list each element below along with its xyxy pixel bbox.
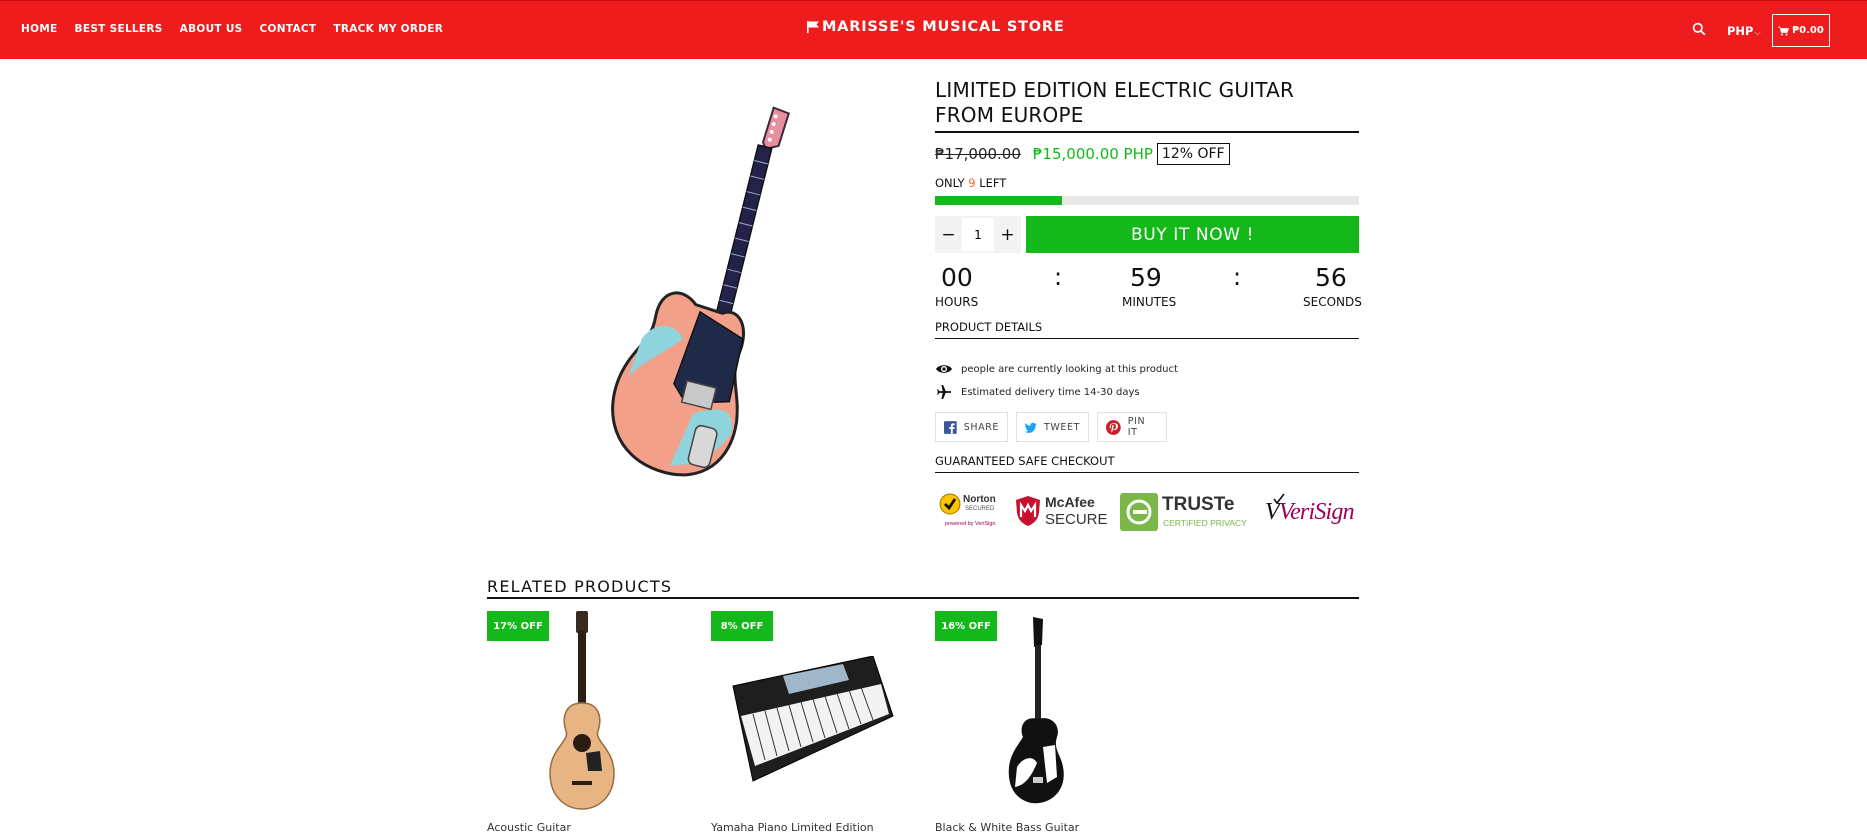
product-details-heading[interactable]: PRODUCT DETAILS [935, 320, 1359, 339]
norton-secured: SECURED [965, 506, 995, 512]
countdown-seconds: 56 [1315, 263, 1347, 292]
product-info: LIMITED EDITION ELECTRIC GUITAR FROM EUR… [935, 78, 1362, 537]
airplane-icon [937, 385, 951, 399]
cart-button[interactable]: ₱0.00 [1772, 14, 1830, 47]
countdown-seconds-label: SECONDS [1303, 295, 1362, 309]
electric-guitar-icon [1008, 617, 1064, 804]
pinterest-pin-label: PIN IT [1127, 416, 1146, 438]
keyboard-icon [732, 656, 894, 782]
nav-home[interactable]: HOME [21, 23, 58, 35]
facebook-share-label: SHARE [963, 421, 999, 433]
shield-icon [1016, 496, 1040, 526]
safe-checkout-heading: GUARANTEED SAFE CHECKOUT [935, 454, 1359, 473]
viewers-text: people are currently looking at this pro… [961, 363, 1178, 375]
discount-badge: 17% OFF [487, 611, 549, 641]
buy-now-button[interactable]: BUY IT NOW ! [1026, 216, 1359, 253]
sale-price: ₱15,000.00 PHP [1032, 145, 1153, 163]
product-image [611, 106, 790, 477]
price-row: ₱17,000.00 ₱15,000.00 PHP 12% OFF [935, 141, 1359, 167]
product-title: LIMITED EDITION ELECTRIC GUITAR FROM EUR… [935, 78, 1359, 133]
countdown-hours: 00 [941, 263, 973, 292]
flag-icon [807, 21, 819, 33]
stock-progress-fill [935, 196, 1063, 205]
pinterest-pin-button[interactable]: PIN IT [1097, 412, 1167, 442]
facebook-share-button[interactable]: SHARE [935, 412, 1008, 442]
countdown-separator: : [1233, 263, 1242, 291]
eye-icon [936, 365, 952, 373]
cart-icon [1778, 26, 1790, 36]
currency-value: PHP [1727, 24, 1754, 38]
truste-name: TRUSTe [1162, 494, 1235, 515]
store-name: MARISSE'S MUSICAL STORE [822, 19, 1065, 35]
store-logo[interactable]: MARISSE'S MUSICAL STORE [806, 19, 1065, 35]
norton-name: Norton [963, 494, 996, 505]
stock-count: 9 [968, 176, 976, 190]
quantity-decrease-button[interactable]: − [935, 216, 962, 253]
twitter-icon [1025, 422, 1037, 433]
share-buttons: SHARE TWEET PIN IT [935, 412, 1359, 442]
truste-icon [1120, 493, 1158, 531]
facebook-icon [944, 420, 957, 434]
site-header: HOME BEST SELLERS ABOUT US CONTACT TRACK… [0, 0, 1867, 59]
related-product-card[interactable]: 16% OFF Black & White Bass Guitar [935, 611, 1105, 834]
countdown-separator: : [1054, 263, 1063, 291]
main-nav: HOME BEST SELLERS ABOUT US CONTACT TRACK… [21, 23, 443, 35]
norton-badge: Norton SECURED powered by VeriSign [939, 491, 1005, 531]
nav-contact[interactable]: CONTACT [260, 23, 317, 35]
mcafee-secure: SECURE [1045, 511, 1108, 528]
countdown-hours-label: HOURS [935, 295, 979, 309]
countdown-timer: 00 : 59 : 56 HOURS MINUTES SECONDS [935, 263, 1362, 318]
trust-badges: Norton SECURED powered by VeriSign McAfe… [935, 487, 1359, 537]
stock-text: ONLY 9 LEFT [935, 176, 1359, 190]
quantity-increase-button[interactable]: + [994, 216, 1021, 253]
truste-badge: TRUSTe CERTIFIED PRIVACY [1120, 493, 1260, 531]
related-products-heading: RELATED PRODUCTS [487, 577, 1359, 599]
stock-prefix: ONLY [935, 176, 965, 190]
nav-about-us[interactable]: ABOUT US [180, 23, 243, 35]
twitter-tweet-label: TWEET [1043, 421, 1080, 433]
verisign-badge: VVeriSign [1265, 493, 1359, 533]
acoustic-guitar-icon [549, 611, 615, 810]
chevron-down-icon: ⌵ [1754, 28, 1761, 37]
search-icon[interactable] [1692, 22, 1706, 36]
pinterest-icon [1106, 419, 1121, 435]
mcafee-name: McAfee [1045, 494, 1095, 510]
delivery-text: Estimated delivery time 14-30 days [961, 386, 1140, 398]
stock-suffix: LEFT [979, 176, 1007, 190]
original-price: ₱17,000.00 [935, 145, 1021, 163]
nav-track-my-order[interactable]: TRACK MY ORDER [333, 23, 443, 35]
cart-total: ₱0.00 [1792, 25, 1824, 36]
viewers-line: people are currently looking at this pro… [935, 362, 1359, 376]
countdown-minutes: 59 [1130, 263, 1162, 292]
quantity-stepper: − + [935, 216, 1021, 253]
discount-badge: 16% OFF [935, 611, 997, 641]
nav-best-sellers[interactable]: BEST SELLERS [75, 23, 163, 35]
delivery-line: Estimated delivery time 14-30 days [935, 385, 1359, 399]
purchase-row: − + BUY IT NOW ! [935, 216, 1359, 253]
stock-progress-bar [935, 196, 1359, 205]
discount-badge: 8% OFF [711, 611, 773, 641]
verisign-name: VVeriSign [1265, 499, 1355, 525]
twitter-tweet-button[interactable]: TWEET [1016, 412, 1089, 442]
quantity-input[interactable] [962, 218, 994, 251]
related-product-card[interactable]: 17% OFF Acoustic Guitar [487, 611, 657, 834]
countdown-minutes-label: MINUTES [1122, 295, 1177, 309]
truste-certified: CERTIFIED PRIVACY [1163, 518, 1247, 528]
related-product-card[interactable]: 8% OFF Yamaha Piano Limited Edition [711, 611, 894, 834]
mcafee-badge: McAfee SECURE [1015, 493, 1115, 529]
discount-badge: 12% OFF [1156, 143, 1230, 165]
currency-selector[interactable]: PHP⌵ [1727, 24, 1761, 38]
norton-powered-by: powered by VeriSign [945, 521, 996, 527]
checkmark-icon [939, 493, 961, 515]
